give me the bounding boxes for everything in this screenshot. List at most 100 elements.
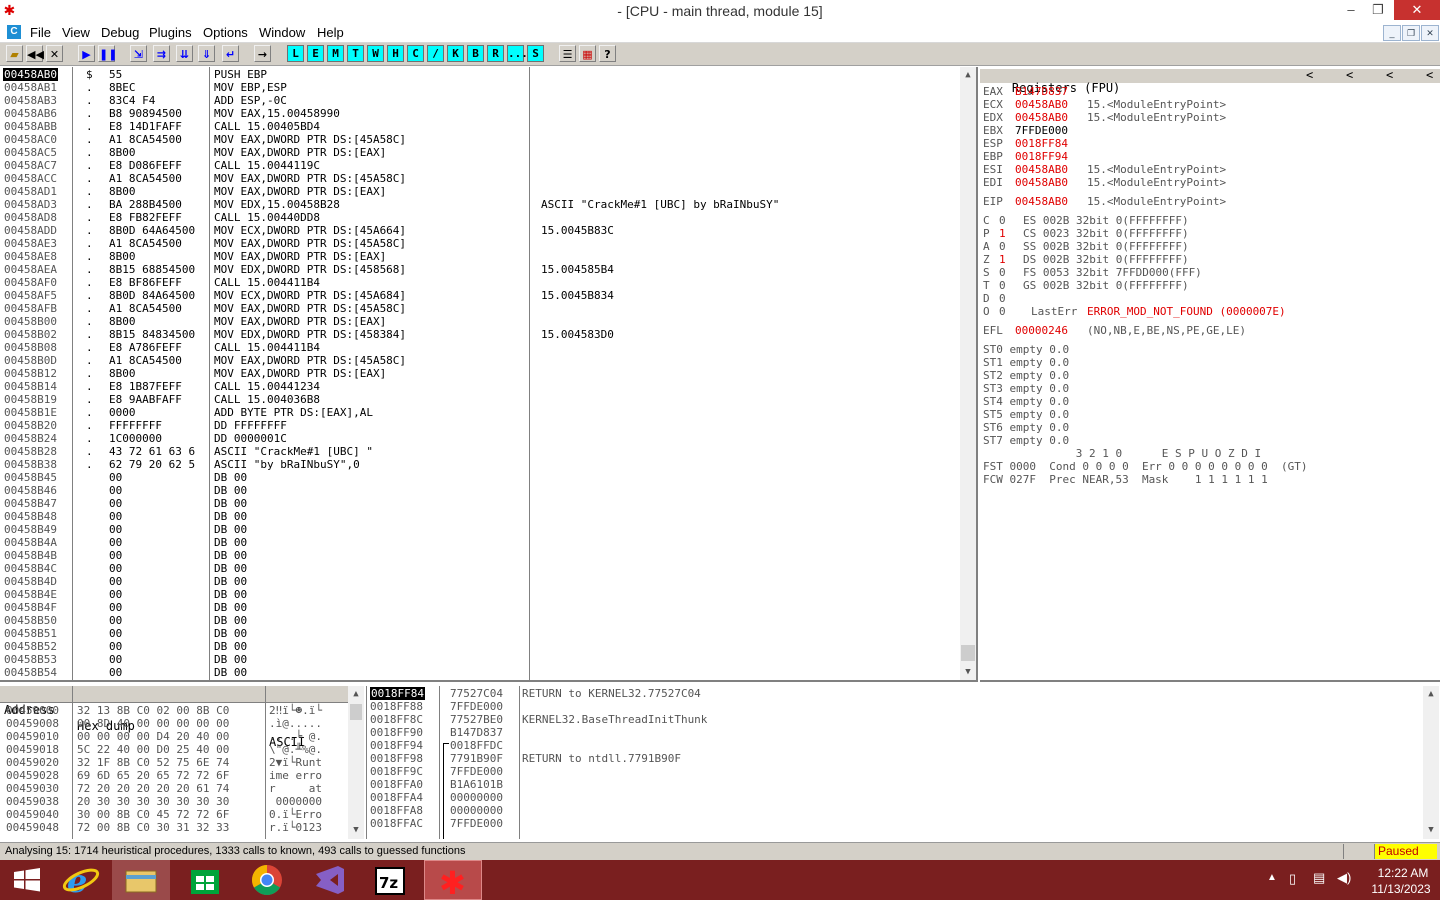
ollydbg-taskbar-icon[interactable]: ✱: [424, 860, 482, 902]
disasm-row[interactable]: 00458B00. 8B00 MOV EAX,DWORD PTR DS:[EAX]: [0, 315, 960, 328]
breakpoints-button[interactable]: B: [467, 45, 484, 62]
disasm-row[interactable]: 00458B51 00 DB 00: [0, 627, 960, 640]
mdi-restore-button[interactable]: ❐: [1402, 25, 1420, 41]
fst-row[interactable]: FST 0000 Cond 0 0 0 0 Err 0 0 0 0 0 0 0 …: [983, 460, 1433, 473]
fpu-header-row[interactable]: 3 2 1 0 E S P U O Z D I: [983, 447, 1433, 460]
stack-row[interactable]: 0018FF90 B147D837: [367, 726, 1421, 739]
start-button-icon[interactable]: [0, 860, 58, 900]
stack-row[interactable]: 0018FFA0 B1A6101B: [367, 778, 1421, 791]
stack-scroll-down-icon[interactable]: ▼: [1423, 822, 1439, 838]
menu-help[interactable]: Help: [317, 25, 344, 40]
stack-row[interactable]: 0018FF9C 7FFDE000: [367, 765, 1421, 778]
network-icon[interactable]: ▤: [1313, 870, 1325, 886]
clock-time[interactable]: 12:22 AM: [1370, 866, 1436, 880]
step-over-icon[interactable]: ⇉: [153, 45, 170, 62]
internet-explorer-icon[interactable]: e: [52, 860, 110, 900]
disasm-row[interactable]: 00458AB0 $55 PUSH EBP: [0, 68, 960, 81]
modules-button[interactable]: E: [307, 45, 324, 62]
stack-row[interactable]: 0018FF88 7FFDE000: [367, 700, 1421, 713]
register-row[interactable]: EDX 00458AB0 15.<ModuleEntryPoint>: [983, 111, 1433, 124]
disasm-row[interactable]: 00458B28. 43 72 61 63 6 ASCII "CrackMe#1 […: [0, 445, 960, 458]
list-icon[interactable]: ☰: [559, 45, 576, 62]
registers-pane[interactable]: Registers (FPU) < < < < EAX B147D837 ECX 00…: [980, 67, 1440, 682]
lasterr-row[interactable]: O 0 LastErr ERROR_MOD_NOT_FOUND (0000007E): [983, 305, 1433, 318]
visual-studio-icon[interactable]: [300, 860, 358, 900]
disasm-row[interactable]: 00458AC0. A1 8CA54500 MOV EAX,DWORD PTR DS…: [0, 133, 960, 146]
call-stack-button[interactable]: K: [447, 45, 464, 62]
file-explorer-icon[interactable]: [112, 860, 170, 900]
flag-row[interactable]: A 0 SS 002B 32bit 0(FFFFFFFF): [983, 240, 1433, 253]
disasm-row[interactable]: 00458B47 00 DB 00: [0, 497, 960, 510]
scroll-thumb[interactable]: [961, 645, 975, 661]
help-icon[interactable]: ?: [599, 45, 616, 62]
threads-button[interactable]: T: [347, 45, 364, 62]
handles-button[interactable]: H: [387, 45, 404, 62]
rewind-icon[interactable]: ◀◀: [26, 45, 44, 62]
disassembly-pane[interactable]: 00458AB0 $55 PUSH EBP 00458AB1. 8BEC MOV EBP,…: [0, 67, 978, 682]
fcw-row[interactable]: FCW 027F Prec NEAR,53 Mask 1 1 1 1 1 1: [983, 473, 1433, 486]
disasm-row[interactable]: 00458AFB. A1 8CA54500 MOV EAX,DWORD PTR DS…: [0, 302, 960, 315]
menu-window[interactable]: Window: [259, 25, 305, 40]
disasm-row[interactable]: 00458AD1. 8B00 MOV EAX,DWORD PTR DS:[EAX]: [0, 185, 960, 198]
stack-row[interactable]: 0018FFA4 00000000: [367, 791, 1421, 804]
disasm-row[interactable]: 00458B4C 00 DB 00: [0, 562, 960, 575]
fpu-row[interactable]: ST0 empty 0.0: [983, 343, 1433, 356]
dump-row[interactable]: 00459038 20 30 30 30 30 30 30 30 0000000: [0, 795, 348, 808]
memory-map-button[interactable]: M: [327, 45, 344, 62]
7zip-icon[interactable]: 7z: [362, 860, 420, 900]
close-button[interactable]: ✕: [1394, 0, 1440, 20]
disassembly-scrollbar[interactable]: ▲ ▼: [960, 67, 976, 680]
disasm-row[interactable]: 00458B45 00 DB 00: [0, 471, 960, 484]
scroll-down-icon[interactable]: ▼: [960, 664, 976, 680]
dump-scroll-up-icon[interactable]: ▲: [348, 686, 364, 702]
nav-arrow-3[interactable]: <: [1386, 69, 1393, 82]
appearance-icon[interactable]: ▦: [579, 45, 596, 62]
run-trace-button[interactable]: ...: [507, 45, 528, 62]
disasm-row[interactable]: 00458AF5. 8B0D 84A64500 MOV ECX,DWORD PTR …: [0, 289, 960, 302]
disasm-row[interactable]: 00458AF0. E8 BF86FEFF CALL 15.004411B4: [0, 276, 960, 289]
dump-row[interactable]: 00459048 72 00 8B C0 30 31 32 33 r.ï└0123: [0, 821, 348, 834]
dump-row[interactable]: 00459010 00 00 00 00 D4 20 40 00 ....╘ @.: [0, 730, 348, 743]
disasm-row[interactable]: 00458B48 00 DB 00: [0, 510, 960, 523]
dump-row[interactable]: 00459008 00 8D 40 00 00 00 00 00 .ì@.....: [0, 717, 348, 730]
stack-scroll-up-icon[interactable]: ▲: [1423, 686, 1439, 702]
clock-date[interactable]: 11/13/2023: [1366, 882, 1436, 896]
cpu-window-icon[interactable]: C: [7, 25, 21, 39]
fpu-row[interactable]: ST5 empty 0.0: [983, 408, 1433, 421]
disasm-row[interactable]: 00458B24. 1C000000 DD 0000001C: [0, 432, 960, 445]
register-row[interactable]: EAX B147D837: [983, 85, 1433, 98]
disasm-row[interactable]: 00458B53 00 DB 00: [0, 653, 960, 666]
execute-till-return-icon[interactable]: ↵: [222, 45, 239, 62]
disasm-row[interactable]: 00458B50 00 DB 00: [0, 614, 960, 627]
disasm-row[interactable]: 00458AD8. E8 FB82FEFF CALL 15.00440DD8: [0, 211, 960, 224]
stack-pane[interactable]: 0018FF84 77527C04 RETURN to KERNEL32.77527…: [366, 686, 1440, 839]
eip-row[interactable]: EIP 00458AB0 15.<ModuleEntryPoint>: [983, 195, 1433, 208]
disasm-row[interactable]: 00458B14. E8 1B87FEFF CALL 15.00441234: [0, 380, 960, 393]
nav-arrow-2[interactable]: <: [1346, 69, 1353, 82]
disasm-row[interactable]: 00458B52 00 DB 00: [0, 640, 960, 653]
goto-icon[interactable]: →: [254, 45, 271, 62]
dump-row[interactable]: 00459000 32 13 8B C0 02 00 8B C0 2‼ï└☻.ï└: [0, 704, 348, 717]
chrome-icon[interactable]: [238, 860, 296, 900]
dump-row[interactable]: 00459018 5C 22 40 00 D0 25 40 00 \"@.╨%@.: [0, 743, 348, 756]
disasm-row[interactable]: 00458B4E 00 DB 00: [0, 588, 960, 601]
disasm-row[interactable]: 00458AEA. 8B15 68854500 MOV EDX,DWORD PTR …: [0, 263, 960, 276]
windows-button[interactable]: W: [367, 45, 384, 62]
disasm-row[interactable]: 00458B1E. 0000 ADD BYTE PTR DS:[EAX],AL: [0, 406, 960, 419]
stack-row[interactable]: 0018FF94 0018FFDC: [367, 739, 1421, 752]
flag-row[interactable]: P 1 CS 0023 32bit 0(FFFFFFFF): [983, 227, 1433, 240]
run-icon[interactable]: ▶: [78, 45, 95, 62]
disasm-row[interactable]: 00458AB1. 8BEC MOV EBP,ESP: [0, 81, 960, 94]
fpu-row[interactable]: ST1 empty 0.0: [983, 356, 1433, 369]
disasm-row[interactable]: 00458AD3. BA 288B4500 MOV EDX,15.00458B28 A…: [0, 198, 960, 211]
flag-row[interactable]: Z 1 DS 002B 32bit 0(FFFFFFFF): [983, 253, 1433, 266]
open-icon[interactable]: ▰: [6, 45, 23, 62]
fpu-row[interactable]: ST7 empty 0.0: [983, 434, 1433, 447]
dump-row[interactable]: 00459028 69 6D 65 20 65 72 72 6F ime erro: [0, 769, 348, 782]
menu-debug[interactable]: Debug: [101, 25, 139, 40]
references-button[interactable]: R: [487, 45, 504, 62]
menu-options[interactable]: Options: [203, 25, 248, 40]
patches-button[interactable]: /: [427, 45, 444, 62]
disasm-row[interactable]: 00458AC5. 8B00 MOV EAX,DWORD PTR DS:[EAX]: [0, 146, 960, 159]
stack-row[interactable]: 0018FF98 7791B90F RETURN to ntdll.7791B90F: [367, 752, 1421, 765]
